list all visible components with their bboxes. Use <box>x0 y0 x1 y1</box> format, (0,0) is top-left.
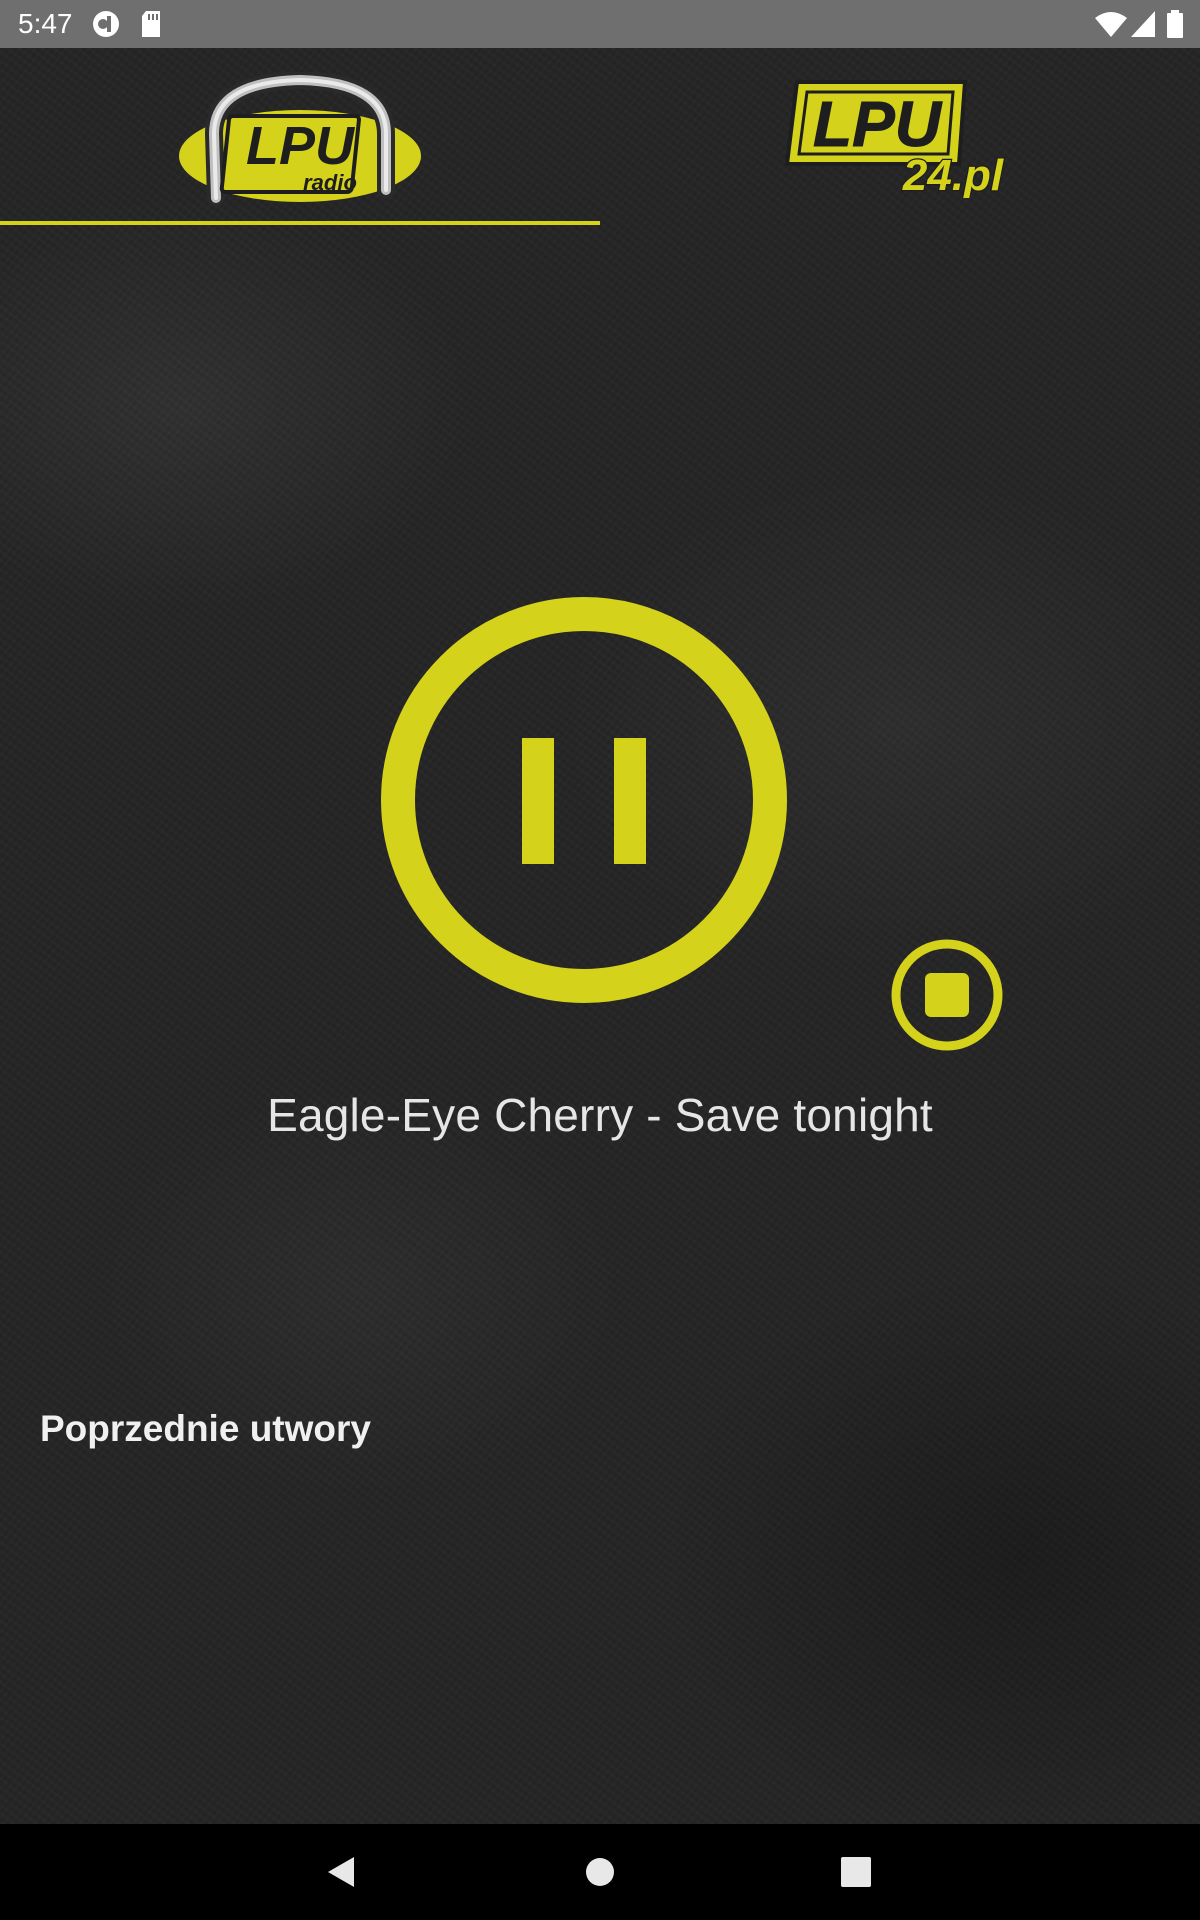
vpn-key-icon <box>93 11 119 37</box>
sd-card-icon <box>142 11 160 37</box>
status-bar: 5:47 <box>0 0 1200 48</box>
status-time: 5:47 <box>18 8 73 39</box>
logo-left-main: LPU <box>246 116 356 176</box>
app-screen: 5:47 LPU radio LPU 24.pl Eagle-Eye Cherr… <box>0 0 1200 1920</box>
logo-left-sub: radio <box>303 170 357 195</box>
logo-right-main: LPU <box>813 88 943 160</box>
logo-right-sub: 24.pl <box>902 151 1004 198</box>
back-icon <box>328 1857 354 1887</box>
previous-tracks-title: Poprzednie utwory <box>40 1408 371 1449</box>
play-pause-button[interactable] <box>380 596 788 1004</box>
home-icon <box>586 1858 614 1886</box>
pause-icon <box>381 597 787 1003</box>
stop-icon <box>891 939 1003 1051</box>
logo-lpu-radio[interactable]: LPU radio <box>176 70 424 207</box>
headphones-icon: LPU radio <box>179 70 421 207</box>
recents-icon <box>841 1857 871 1887</box>
wifi-icon <box>1095 12 1127 37</box>
tab-indicator <box>0 221 600 225</box>
navigation-bar <box>0 1824 1200 1920</box>
now-playing-title: Eagle-Eye Cherry - Save tonight <box>267 1089 933 1141</box>
battery-icon <box>1167 10 1183 38</box>
signal-icon <box>1131 11 1155 37</box>
home-button[interactable] <box>572 1844 628 1900</box>
logo-lpu24-graphic: LPU 24.pl <box>784 80 1005 201</box>
logo-lpu24[interactable]: LPU 24.pl <box>783 80 1017 201</box>
stop-button[interactable] <box>889 937 1005 1053</box>
back-button[interactable] <box>314 1844 370 1900</box>
recents-button[interactable] <box>828 1844 884 1900</box>
